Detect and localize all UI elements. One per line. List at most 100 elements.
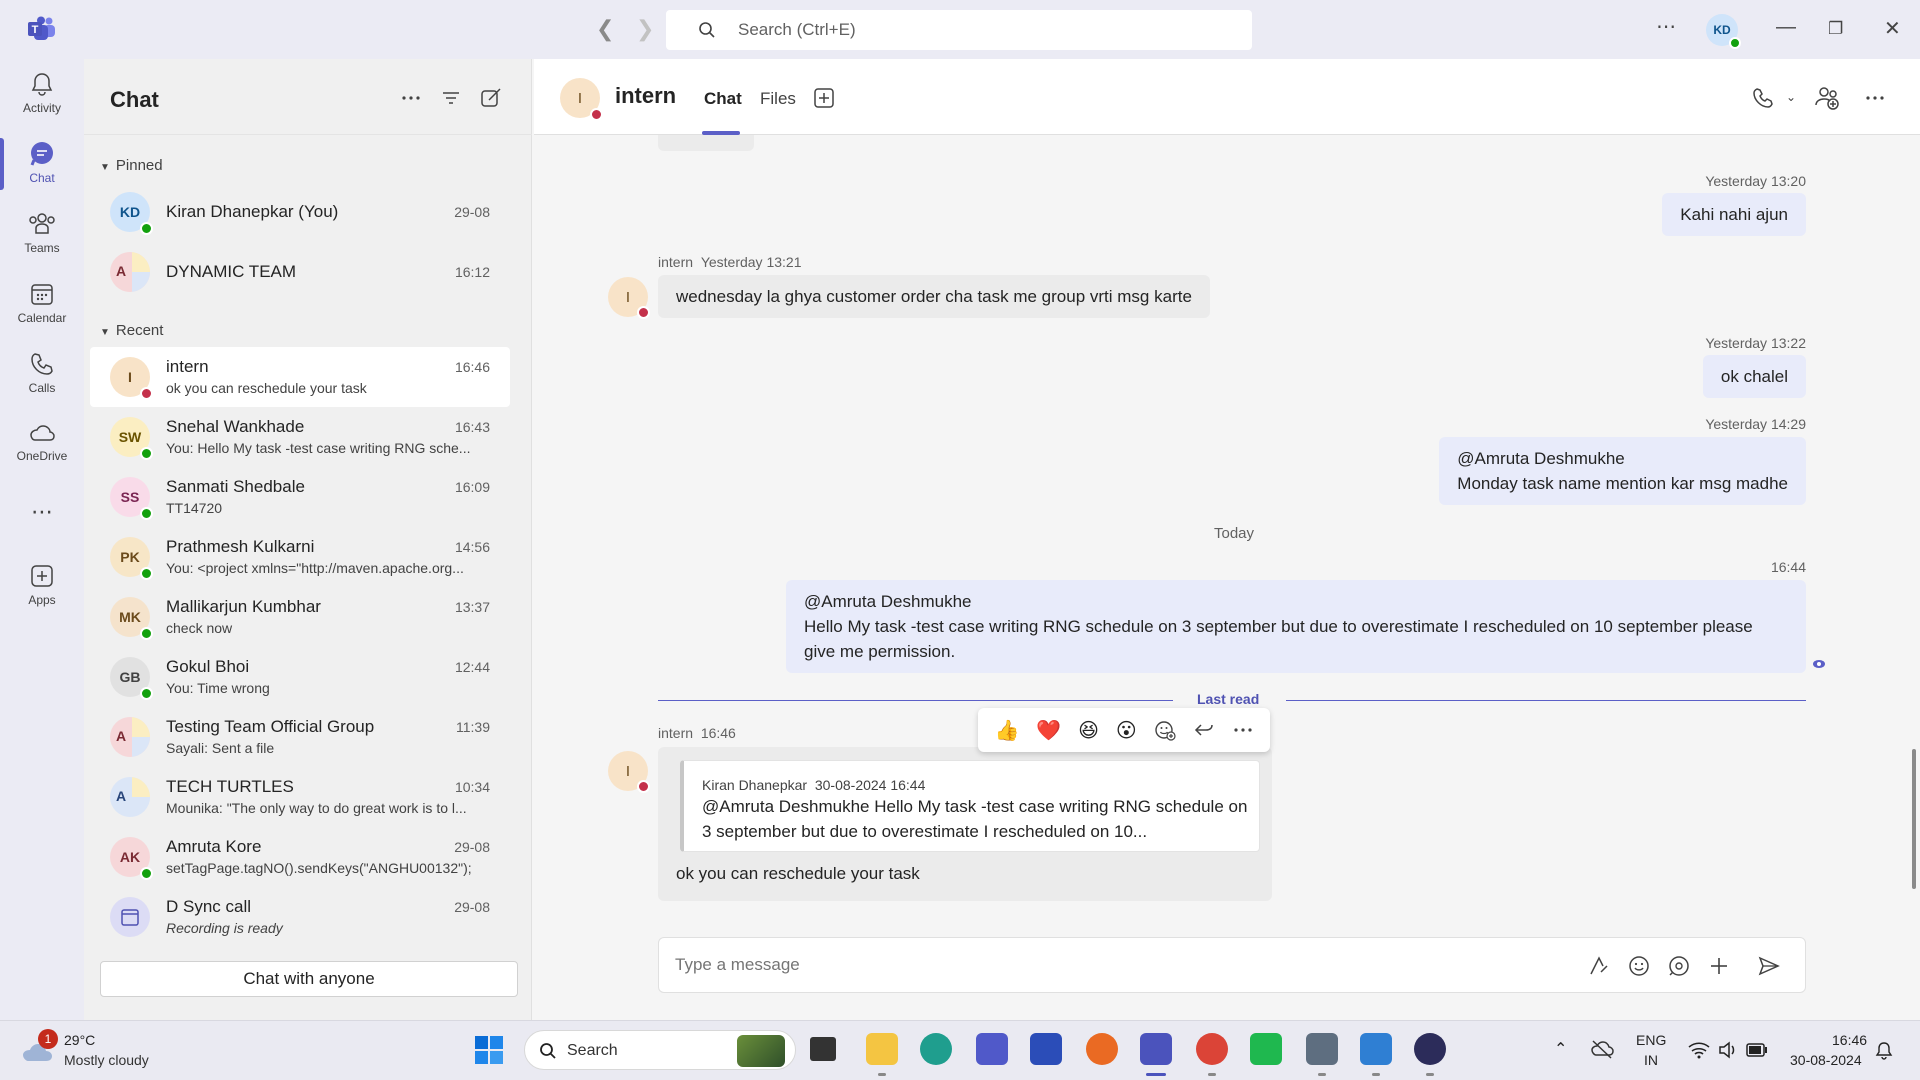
language-region[interactable]: IN <box>1644 1052 1658 1068</box>
teams-logo-icon: T <box>28 16 55 40</box>
chevron-down-icon[interactable]: ⌄ <box>1786 90 1796 104</box>
global-search-box[interactable]: Search (Ctrl+E) <box>666 10 1252 50</box>
taskbar-search[interactable]: Search <box>524 1030 796 1070</box>
close-icon[interactable]: ✕ <box>1884 16 1901 41</box>
calculator-icon[interactable] <box>1306 1033 1338 1065</box>
chat-item[interactable]: A Testing Team Official Group Sayali: Sent… <box>90 707 510 767</box>
rail-item-teams[interactable]: Teams <box>0 211 84 255</box>
sender-avatar[interactable]: I <box>608 751 650 793</box>
quoted-message-card[interactable]: Kiran Dhanepkar 30-08-2024 16:44 @Amruta… <box>680 760 1260 852</box>
outgoing-message[interactable]: @Amruta Deshmukhe Monday task name menti… <box>1439 437 1806 505</box>
chat-item[interactable]: SW Snehal Wankhade You: Hello My task -tes… <box>90 407 510 467</box>
surprised-reaction-icon[interactable]: 😮 <box>1116 718 1137 743</box>
conversation-scrollbar[interactable] <box>1912 749 1916 889</box>
clock-time[interactable]: 16:46 <box>1832 1032 1867 1048</box>
chrome-icon[interactable] <box>1196 1033 1228 1065</box>
chat-item[interactable]: AK Amruta Kore setTagPage.tagNO().sendKeys… <box>90 827 510 887</box>
rail-more-icon[interactable]: ⋯ <box>0 499 84 525</box>
chat-item[interactable]: Iintern ok you can reschedule your task 16… <box>90 347 510 407</box>
sender-avatar[interactable]: I <box>608 277 650 319</box>
add-tab-icon[interactable] <box>814 88 834 108</box>
profile-avatar[interactable]: KD <box>1706 14 1741 49</box>
call-icon[interactable] <box>1752 87 1774 109</box>
loop-icon[interactable] <box>1667 954 1691 978</box>
wifi-icon[interactable] <box>1688 1041 1710 1059</box>
settings-more-icon[interactable]: ⋯ <box>1656 14 1677 39</box>
spreadsheet-icon[interactable] <box>1250 1033 1282 1065</box>
new-chat-icon[interactable] <box>480 87 502 109</box>
eclipse-icon[interactable] <box>1414 1033 1446 1065</box>
tab-chat[interactable]: Chat <box>704 89 742 109</box>
tab-files[interactable]: Files <box>760 89 796 109</box>
rail-item-calendar[interactable]: Calendar <box>0 281 84 325</box>
firefox-icon[interactable] <box>1086 1033 1118 1065</box>
rail-item-activity[interactable]: Activity <box>0 71 84 115</box>
edge-browser-icon[interactable] <box>920 1033 952 1065</box>
weather-description[interactable]: Mostly cloudy <box>64 1052 149 1068</box>
notification-bell-icon[interactable] <box>1874 1041 1894 1061</box>
chat-item[interactable]: MK Mallikarjun Kumbhar check now 13:37 <box>90 587 510 647</box>
language-indicator[interactable]: ENG <box>1636 1032 1666 1048</box>
chat-item[interactable]: D Sync call Recording is ready 29-08 <box>90 887 510 947</box>
reply-icon[interactable] <box>1193 719 1215 741</box>
message-text: Monday task name mention kar msg madhe <box>1457 474 1788 493</box>
teams-work-icon[interactable] <box>1140 1033 1172 1065</box>
format-icon[interactable] <box>1587 954 1611 978</box>
chat-item-dynamic-team[interactable]: A DYNAMIC TEAM 16:12 <box>90 242 510 302</box>
onedrive-offline-icon[interactable] <box>1590 1039 1614 1059</box>
recent-section-header[interactable]: ▼ Recent <box>100 322 163 339</box>
store-icon[interactable] <box>1030 1033 1062 1065</box>
add-reaction-icon[interactable] <box>1154 719 1176 741</box>
outgoing-message[interactable]: ok chalel <box>1702 355 1806 398</box>
outgoing-message[interactable]: Kahi nahi ajun <box>1662 193 1806 236</box>
add-people-icon[interactable] <box>1814 85 1840 111</box>
pinned-section-header[interactable]: ▼ Pinned <box>100 157 163 174</box>
chat-with-anyone-button[interactable]: Chat with anyone <box>100 961 518 997</box>
minimize-icon[interactable]: — <box>1776 16 1796 39</box>
chat-item[interactable]: GB Gokul Bhoi You: Time wrong 12:44 <box>90 647 510 707</box>
app-rail: Activity Chat Teams Calendar Calls OneDr… <box>0 59 84 1020</box>
send-icon[interactable] <box>1757 954 1781 978</box>
back-arrow-icon[interactable]: ❮ <box>596 16 614 42</box>
plus-icon[interactable] <box>1707 954 1731 978</box>
chat-item-kiran-dhanepkar[interactable]: KD Kiran Dhanepkar (You) 29-08 <box>90 182 510 242</box>
teams-personal-icon[interactable] <box>976 1033 1008 1065</box>
collapse-triangle-icon: ▼ <box>100 327 110 338</box>
rail-item-calls[interactable]: Calls <box>0 351 84 395</box>
weather-temperature[interactable]: 29°C <box>64 1032 95 1048</box>
conversation-avatar[interactable]: I <box>560 78 603 121</box>
battery-icon[interactable] <box>1746 1043 1768 1057</box>
forward-arrow-icon[interactable]: ❯ <box>636 16 654 42</box>
task-view-icon[interactable] <box>810 1037 836 1061</box>
chat-time: 10:34 <box>454 779 490 795</box>
windows-start-icon[interactable] <box>474 1035 504 1065</box>
more-options-icon[interactable] <box>1864 87 1886 109</box>
incoming-message[interactable]: wednesday la ghya customer order cha tas… <box>658 275 1210 318</box>
like-reaction-icon[interactable]: 👍 <box>994 718 1019 743</box>
rail-item-onedrive[interactable]: OneDrive <box>0 421 84 463</box>
notepad-icon[interactable] <box>1360 1033 1392 1065</box>
rail-item-chat[interactable]: Chat <box>0 141 84 185</box>
clock-date[interactable]: 30-08-2024 <box>1790 1052 1862 1068</box>
restore-icon[interactable]: ❐ <box>1828 19 1843 39</box>
laugh-reaction-icon[interactable]: 😆 <box>1078 718 1099 743</box>
rail-item-apps[interactable]: Apps <box>0 563 84 607</box>
file-explorer-icon[interactable] <box>866 1033 898 1065</box>
search-icon <box>699 22 715 38</box>
volume-icon[interactable] <box>1718 1041 1738 1059</box>
message-input[interactable] <box>675 955 1475 975</box>
incoming-message-with-quote[interactable]: Kiran Dhanepkar 30-08-2024 16:44 @Amruta… <box>658 747 1272 901</box>
chat-time: 11:39 <box>456 719 490 735</box>
emoji-icon[interactable] <box>1627 954 1651 978</box>
more-options-icon[interactable] <box>400 87 422 109</box>
more-options-icon[interactable] <box>1232 719 1254 741</box>
avatar: A <box>110 717 150 757</box>
chat-item[interactable]: SS Sanmati Shedbale TT14720 16:09 <box>90 467 510 527</box>
chat-item[interactable]: PK Prathmesh Kulkarni You: <project xmlns=… <box>90 527 510 587</box>
chat-item[interactable]: A TECH TURTLES Mounika: "The only way to d… <box>90 767 510 827</box>
outgoing-message[interactable]: @Amruta Deshmukhe Hello My task -test ca… <box>786 580 1806 673</box>
filter-icon[interactable] <box>440 87 462 109</box>
heart-reaction-icon[interactable]: ❤️ <box>1036 718 1061 743</box>
presence-available-icon <box>140 627 153 640</box>
chevron-up-icon[interactable]: ⌃ <box>1554 1039 1567 1059</box>
